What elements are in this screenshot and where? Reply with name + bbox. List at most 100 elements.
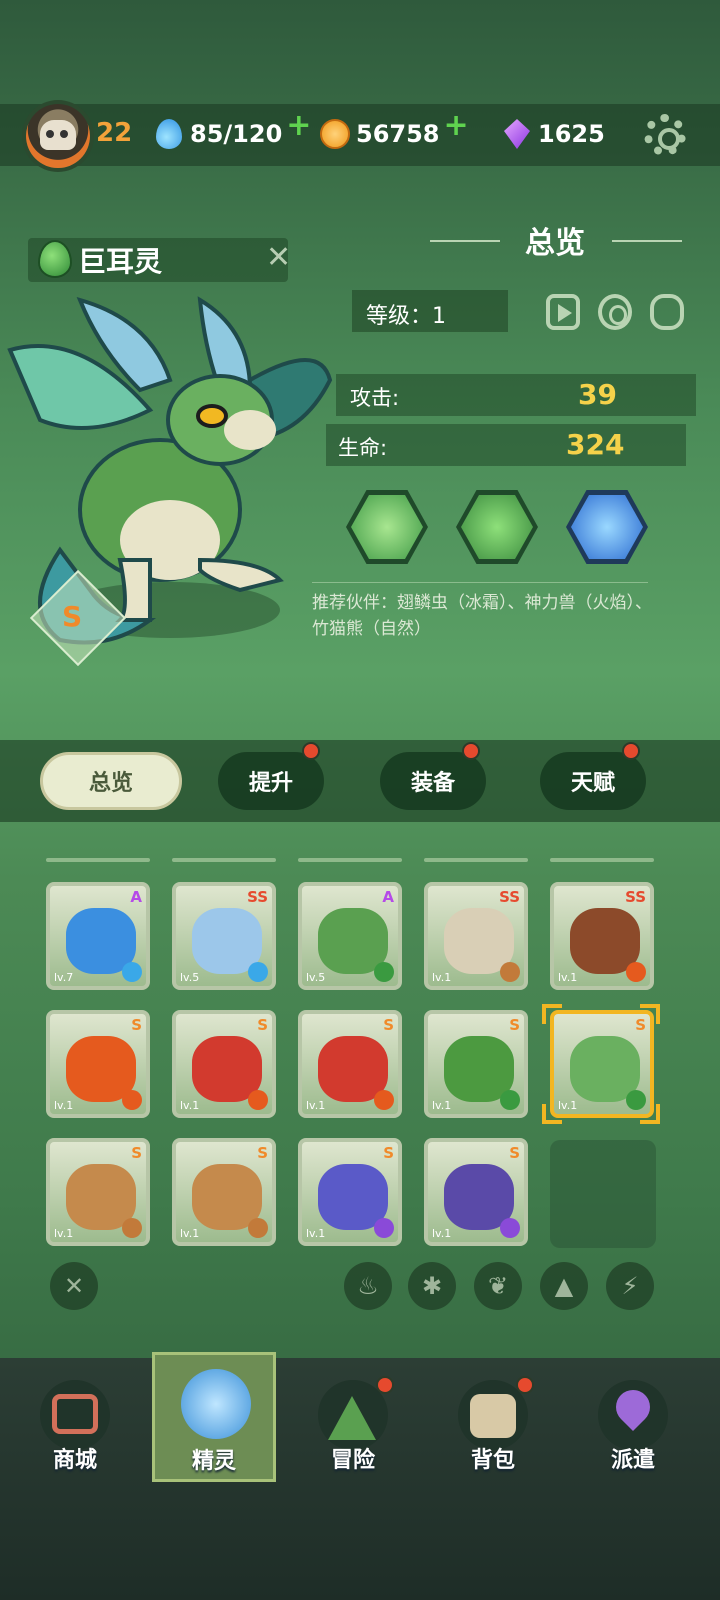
- fire-filter-icon[interactable]: ♨: [344, 1262, 392, 1310]
- ice-filter-icon[interactable]: ✱: [408, 1262, 456, 1310]
- pet-card[interactable]: SS lv.5: [172, 882, 276, 990]
- tab-talent[interactable]: 天赋: [540, 752, 646, 810]
- lightning-element-icon: [374, 1218, 394, 1238]
- rank-letter: S: [62, 600, 83, 633]
- clear-filter-button[interactable]: ✕: [50, 1262, 98, 1310]
- pet-card[interactable]: Slv.1: [298, 1010, 402, 1118]
- attack-value: 39: [578, 378, 617, 411]
- player-level: 22: [96, 118, 133, 148]
- pet-card[interactable]: Slv.1: [298, 1138, 402, 1246]
- selection-corner: [542, 1004, 562, 1024]
- scroll-edge: [172, 858, 276, 862]
- pet-rank: S: [509, 1016, 520, 1034]
- pet-level: lv.7: [54, 971, 74, 984]
- gem-counter: 1625: [504, 116, 605, 152]
- nav-spirit[interactable]: 精灵: [152, 1352, 276, 1482]
- pet-card[interactable]: Alv.5: [298, 882, 402, 990]
- scroll-edge: [424, 858, 528, 862]
- pet-level: lv.1: [432, 971, 452, 984]
- pet-level: lv.5: [180, 971, 200, 984]
- nav-adventure-label: 冒险: [330, 1448, 375, 1473]
- nav-dispatch[interactable]: 派遣: [572, 1372, 694, 1482]
- earth-filter-icon[interactable]: ▲: [540, 1262, 588, 1310]
- nav-shop-label: 商城: [52, 1448, 97, 1473]
- pet-level: lv.1: [432, 1099, 452, 1112]
- settings-gear-icon[interactable]: [644, 114, 686, 156]
- pet-level: lv.1: [54, 1099, 74, 1112]
- map-pin-icon: [598, 1380, 668, 1450]
- earth-element-icon: [500, 962, 520, 982]
- player-avatar[interactable]: [26, 104, 90, 168]
- skill-wind-swirl-icon[interactable]: [346, 490, 428, 564]
- earth-element-icon: [248, 1218, 268, 1238]
- scroll-edge: [550, 858, 654, 862]
- pet-rank: S: [383, 1144, 394, 1162]
- tab-talent-badge: [622, 742, 640, 760]
- pet-level: lv.1: [54, 1227, 74, 1240]
- energy-counter: 85/120 +: [156, 111, 311, 152]
- pet-card[interactable]: Alv.7: [46, 882, 150, 990]
- nav-backpack[interactable]: 背包: [432, 1372, 554, 1482]
- add-coins-icon[interactable]: +: [444, 111, 469, 141]
- water-drop-icon: [156, 119, 182, 149]
- nav-dispatch-label: 派遣: [610, 1448, 655, 1473]
- hp-value: 324: [566, 428, 625, 461]
- pet-card[interactable]: SS lv.1: [424, 882, 528, 990]
- add-energy-icon[interactable]: +: [286, 111, 311, 141]
- nav-adventure-badge: [376, 1376, 394, 1394]
- tab-equipment[interactable]: 装备: [380, 752, 486, 810]
- coin-counter: 56758 +: [320, 111, 469, 152]
- level-text: 等级：1: [366, 304, 446, 329]
- pet-rank: S: [257, 1144, 268, 1162]
- pet-card[interactable]: Slv.1: [550, 1010, 654, 1118]
- tab-upgrade[interactable]: 提升: [218, 752, 324, 810]
- pet-level: lv.1: [306, 1227, 326, 1240]
- pet-card[interactable]: Slv.1: [46, 1010, 150, 1118]
- fire-element-icon: [248, 1090, 268, 1110]
- scroll-edge: [298, 858, 402, 862]
- pet-rank: SS: [499, 888, 520, 906]
- nav-backpack-label: 背包: [470, 1448, 515, 1473]
- section-title: 总览: [525, 226, 585, 261]
- pet-rank: A: [382, 888, 394, 906]
- coin-icon: [320, 119, 350, 149]
- tab-upgrade-badge: [302, 742, 320, 760]
- pet-level: lv.5: [306, 971, 326, 984]
- skill-water-vortex-icon[interactable]: [566, 490, 648, 564]
- tab-overview[interactable]: 总览: [40, 752, 182, 810]
- nav-spirit-label: 精灵: [191, 1449, 236, 1474]
- ice-element-icon: [122, 962, 142, 982]
- pet-rank: SS: [625, 888, 646, 906]
- target-circle-icon[interactable]: [598, 294, 632, 330]
- pet-level: lv.1: [180, 1227, 200, 1240]
- pet-card[interactable]: Slv.1: [172, 1138, 276, 1246]
- hp-label: 生命:: [338, 436, 388, 460]
- pet-level: lv.1: [432, 1227, 452, 1240]
- pet-card[interactable]: SS lv.1: [550, 882, 654, 990]
- pet-card[interactable]: Slv.1: [172, 1010, 276, 1118]
- pet-level: lv.1: [558, 971, 578, 984]
- nature-element-icon: [374, 962, 394, 982]
- lock-icon[interactable]: [650, 294, 684, 330]
- muzzle: [224, 410, 276, 450]
- coin-value: 56758: [356, 120, 440, 148]
- play-icon[interactable]: [546, 294, 580, 330]
- skill-seed-drops-icon[interactable]: [456, 490, 538, 564]
- close-icon[interactable]: ✕: [266, 240, 291, 275]
- nature-element-leaf-icon: [38, 240, 72, 278]
- ice-element-icon: [248, 962, 268, 982]
- pet-rank: S: [509, 1144, 520, 1162]
- pet-card[interactable]: Slv.1: [424, 1010, 528, 1118]
- lightning-filter-icon[interactable]: ⚡: [606, 1262, 654, 1310]
- tab-equipment-badge: [462, 742, 480, 760]
- pet-level: lv.1: [180, 1099, 200, 1112]
- gem-value: 1625: [538, 120, 605, 148]
- nav-shop[interactable]: 商城: [14, 1372, 136, 1482]
- nature-element-icon: [500, 1090, 520, 1110]
- pet-card[interactable]: Slv.1: [424, 1138, 528, 1246]
- pet-rank: S: [383, 1016, 394, 1034]
- spirit-icon: [181, 1369, 251, 1439]
- pet-card[interactable]: Slv.1: [46, 1138, 150, 1246]
- nav-adventure[interactable]: 冒险: [292, 1372, 414, 1482]
- nature-filter-icon[interactable]: ❦: [474, 1262, 522, 1310]
